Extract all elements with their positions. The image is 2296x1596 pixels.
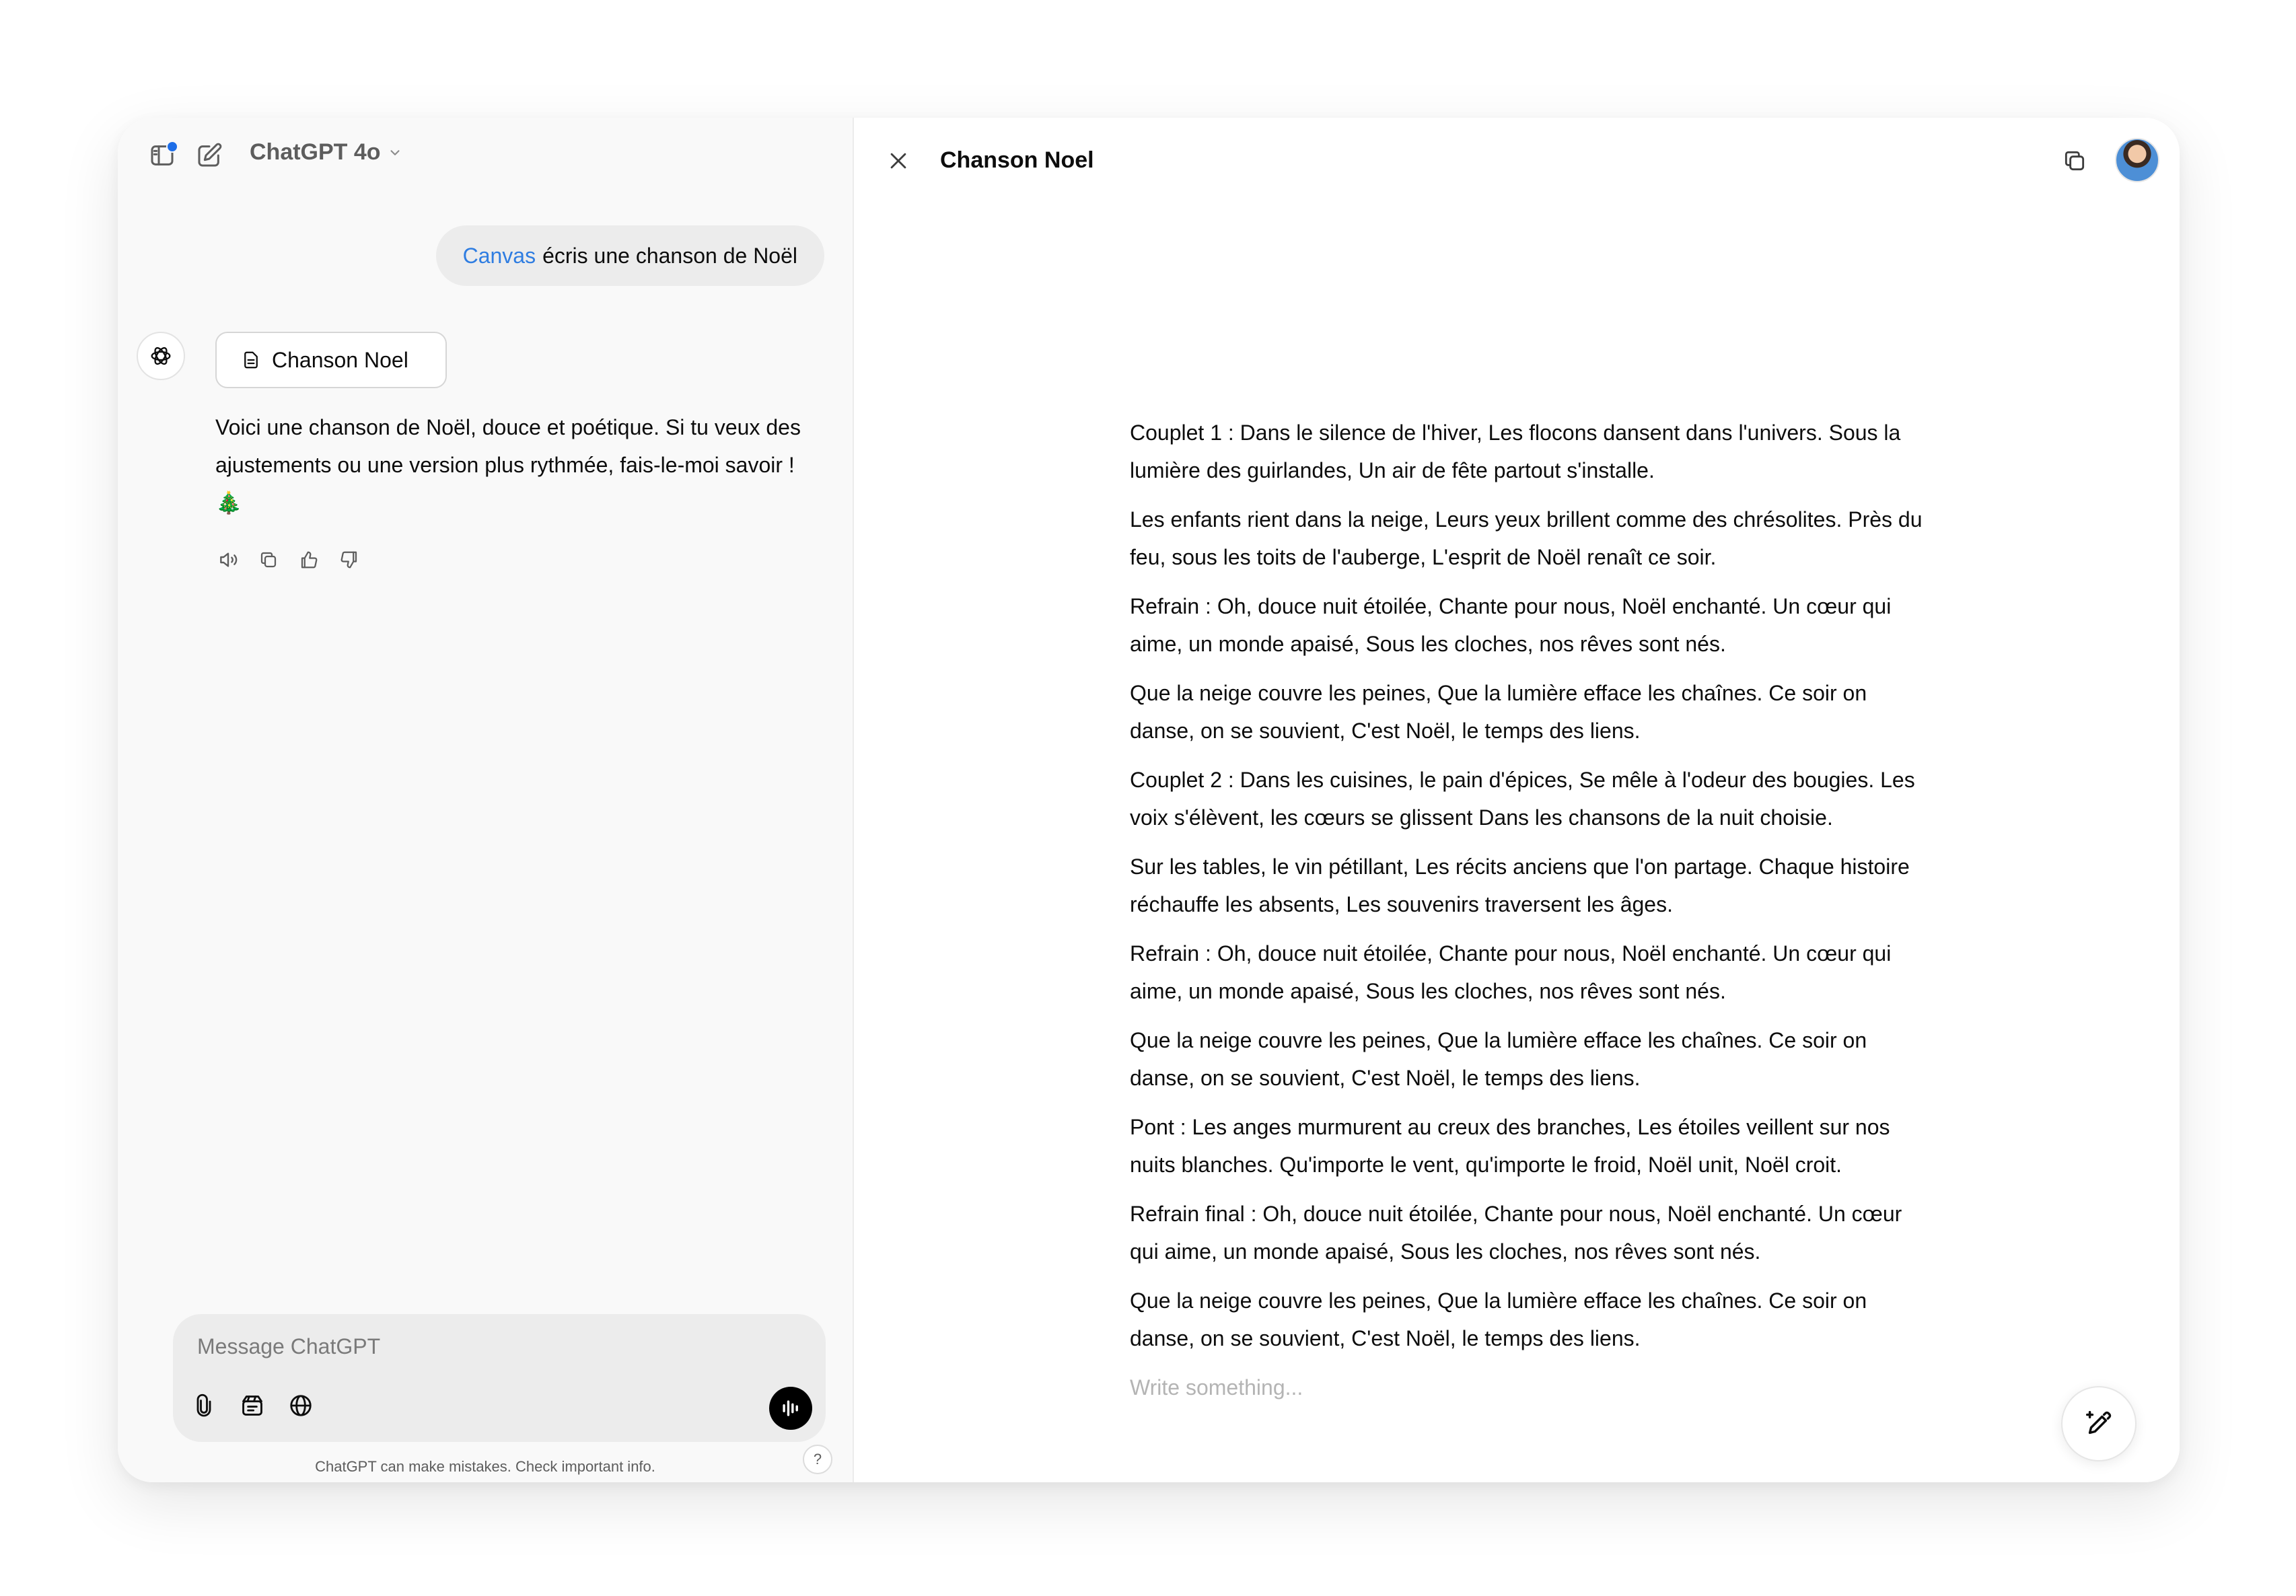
close-icon bbox=[890, 153, 906, 169]
user-message-text: écris une chanson de Noël bbox=[542, 243, 797, 268]
thumbs-down-icon bbox=[340, 551, 357, 569]
canvas-panel: Chanson Noel Couplet 1 : Dans le silence… bbox=[854, 118, 2180, 1482]
canvas-document-chip[interactable]: Chanson Noel bbox=[215, 332, 447, 388]
copy-message-button[interactable] bbox=[252, 544, 285, 576]
chat-header: ChatGPT 4o bbox=[118, 118, 853, 192]
thumbs-up-icon bbox=[301, 551, 318, 569]
new-chat-icon bbox=[198, 143, 222, 167]
web-search-button[interactable] bbox=[282, 1387, 320, 1424]
openai-logo-icon bbox=[151, 347, 171, 365]
copy-icon bbox=[2065, 151, 2085, 171]
close-canvas-button[interactable] bbox=[878, 141, 919, 181]
document-paragraph: Sur les tables, le vin pétillant, Les ré… bbox=[1130, 855, 1910, 916]
document-paragraph: Pont : Les anges murmurent au creux des … bbox=[1130, 1115, 1890, 1177]
canvas-document[interactable]: Couplet 1 : Dans le silence de l'hiver, … bbox=[1130, 414, 1931, 1418]
notification-dot bbox=[166, 141, 178, 153]
edit-suggestions-button[interactable] bbox=[2061, 1386, 2137, 1461]
document-paragraph: Refrain : Oh, douce nuit étoilée, Chante… bbox=[1130, 941, 1892, 1003]
write-something-placeholder[interactable]: Write something... bbox=[1130, 1369, 1931, 1406]
message-input[interactable] bbox=[196, 1329, 737, 1364]
assistant-avatar bbox=[137, 332, 185, 380]
new-chat-button[interactable] bbox=[189, 135, 229, 176]
document-paragraph: Les enfants rient dans la neige, Leurs y… bbox=[1130, 507, 1923, 569]
message-actions bbox=[212, 544, 365, 576]
model-name: ChatGPT 4o bbox=[250, 139, 381, 165]
chevron-down-icon bbox=[390, 149, 400, 155]
user-message-bubble: Canvas écris une chanson de Noël bbox=[435, 225, 824, 286]
tools-button[interactable] bbox=[234, 1387, 271, 1424]
paperclip-icon bbox=[196, 1393, 211, 1417]
help-button[interactable]: ? bbox=[803, 1445, 832, 1474]
document-paragraph: Refrain final : Oh, douce nuit étoilée, … bbox=[1130, 1202, 1902, 1264]
assistant-message-text: Voici une chanson de Noël, douce et poét… bbox=[215, 415, 801, 515]
user-avatar[interactable] bbox=[2115, 138, 2159, 182]
speaker-icon bbox=[220, 552, 238, 567]
voice-mode-button[interactable] bbox=[769, 1387, 812, 1430]
edit-pencil-icon bbox=[2086, 1411, 2112, 1435]
document-paragraph: Refrain : Oh, douce nuit étoilée, Chante… bbox=[1130, 594, 1892, 656]
document-paragraph: Que la neige couvre les peines, Que la l… bbox=[1130, 681, 1867, 743]
globe-icon bbox=[290, 1395, 312, 1416]
canvas-mode-tag: Canvas bbox=[462, 243, 536, 268]
document-paragraph: Que la neige couvre les peines, Que la l… bbox=[1130, 1289, 1867, 1350]
disclaimer-text: ChatGPT can make mistakes. Check importa… bbox=[315, 1458, 655, 1475]
document-paragraph: Couplet 2 : Dans les cuisines, le pain d… bbox=[1130, 768, 1915, 830]
copy-icon bbox=[260, 552, 277, 568]
thumbs-down-button[interactable] bbox=[333, 544, 365, 576]
model-selector[interactable]: ChatGPT 4o bbox=[250, 139, 402, 166]
thumbs-up-button[interactable] bbox=[293, 544, 325, 576]
canvas-title: Chanson Noel bbox=[940, 147, 1094, 173]
read-aloud-button[interactable] bbox=[212, 544, 244, 576]
chat-panel: ChatGPT 4o Canvas écris une chanson de N… bbox=[118, 118, 854, 1482]
document-paragraph: Que la neige couvre les peines, Que la l… bbox=[1130, 1028, 1867, 1090]
document-icon bbox=[244, 351, 258, 369]
copy-canvas-button[interactable] bbox=[2054, 141, 2095, 181]
tools-icon bbox=[242, 1395, 262, 1416]
app-window: ChatGPT 4o Canvas écris une chanson de N… bbox=[118, 118, 2180, 1482]
voice-waveform-icon bbox=[783, 1400, 798, 1416]
message-composer bbox=[173, 1314, 826, 1442]
document-paragraph: Couplet 1 : Dans le silence de l'hiver, … bbox=[1130, 421, 1901, 482]
sidebar-toggle-button[interactable] bbox=[142, 135, 182, 176]
document-chip-label: Chanson Noel bbox=[272, 347, 408, 372]
attach-button[interactable] bbox=[185, 1387, 223, 1424]
